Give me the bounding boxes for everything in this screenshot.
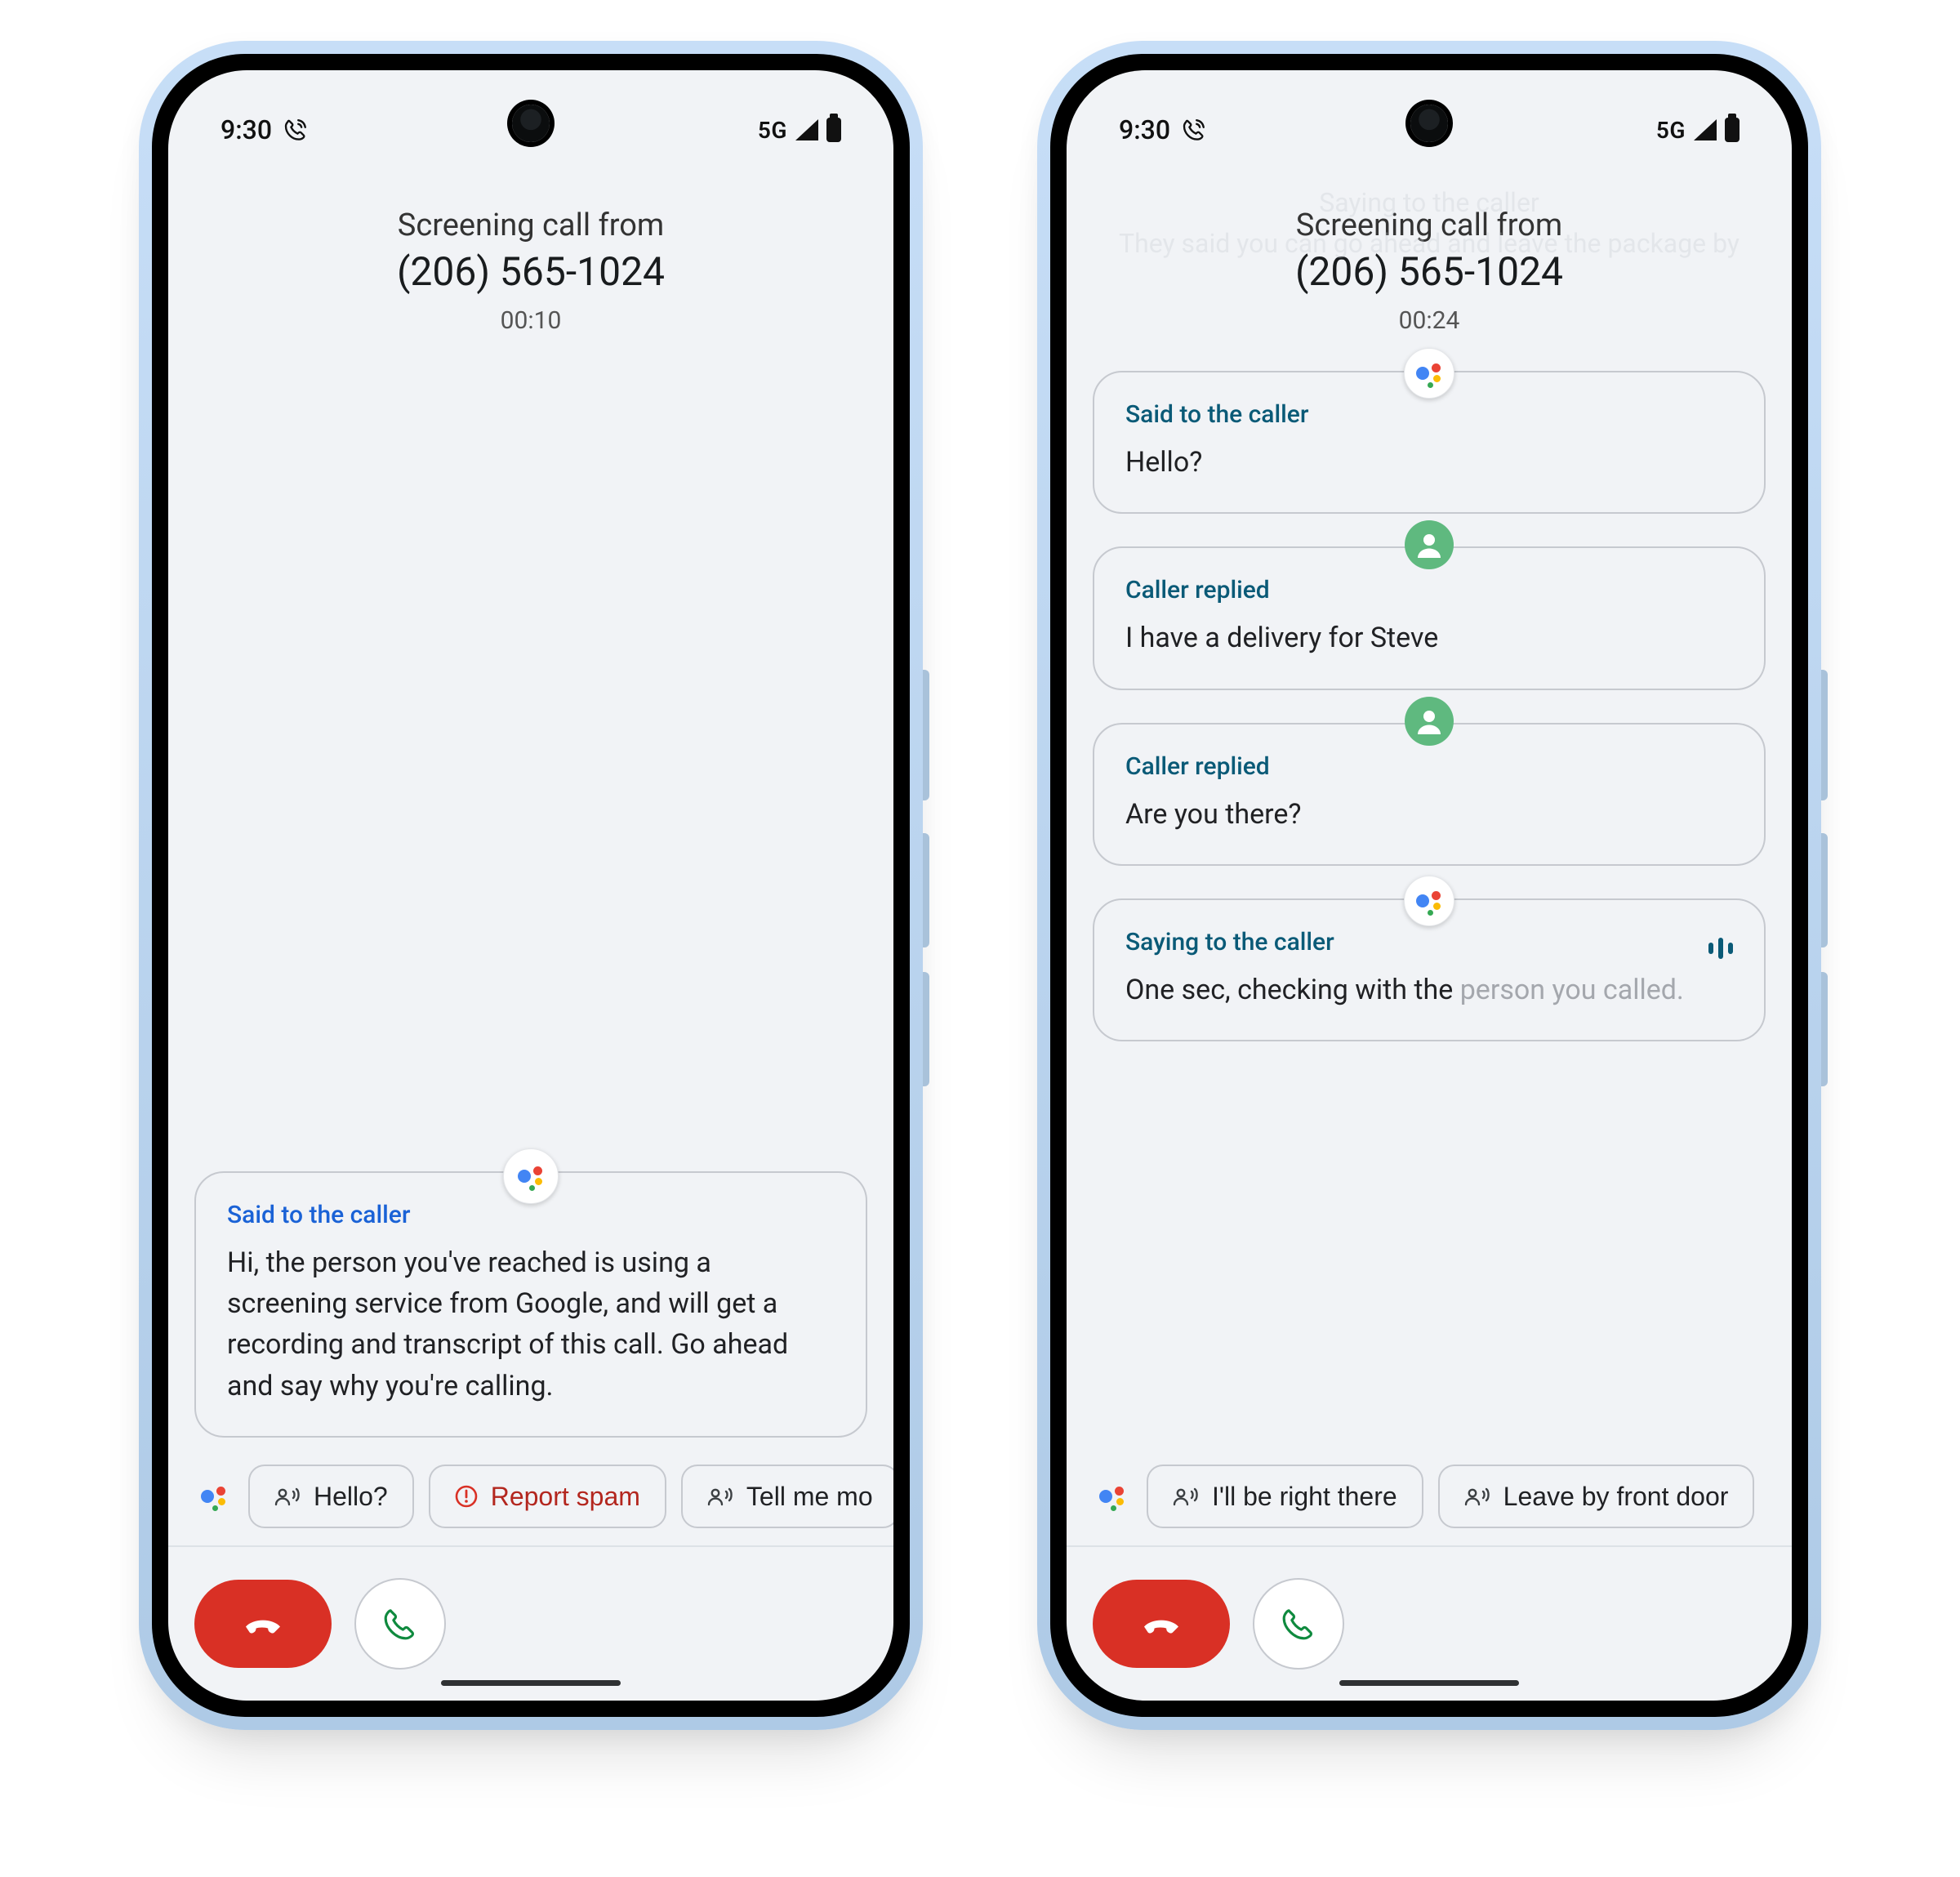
assistant-live-card: Saying to the caller One sec, checking w… bbox=[1093, 898, 1766, 1041]
chip-be-right-there[interactable]: I'll be right there bbox=[1147, 1465, 1423, 1528]
call-header: Saying to the caller They said you can g… bbox=[1067, 175, 1792, 338]
suggestion-chip-row[interactable]: Hello? Report spam Tell me mo bbox=[168, 1447, 893, 1545]
network-label: 5G bbox=[1656, 117, 1686, 144]
assistant-icon bbox=[1404, 876, 1454, 926]
card-label: Caller replied bbox=[1125, 576, 1733, 604]
home-indicator[interactable] bbox=[441, 1680, 621, 1686]
voice-icon bbox=[1464, 1486, 1490, 1507]
status-time: 9:30 bbox=[1119, 114, 1170, 145]
transcript-area[interactable]: Said to the caller Hello? Caller replied… bbox=[1067, 338, 1792, 1438]
caller-number: (206) 565-1024 bbox=[168, 248, 893, 295]
card-body: Hi, the person you've reached is using a… bbox=[227, 1242, 835, 1407]
chip-leave-by-door[interactable]: Leave by front door bbox=[1438, 1465, 1755, 1528]
assistant-icon bbox=[1093, 1482, 1132, 1511]
voice-icon bbox=[274, 1486, 301, 1507]
ghost-transcript: Saying to the caller They said you can g… bbox=[1116, 183, 1743, 264]
card-label: Saying to the caller bbox=[1125, 928, 1334, 956]
call-actions bbox=[1067, 1547, 1792, 1701]
alert-icon bbox=[455, 1485, 478, 1508]
speaking-indicator-icon bbox=[1708, 938, 1733, 959]
signal-icon bbox=[795, 119, 818, 140]
call-timer: 00:24 bbox=[1067, 306, 1792, 335]
chip-tell-me-more[interactable]: Tell me mo bbox=[681, 1465, 893, 1528]
assistant-message-card: Said to the caller Hello? bbox=[1093, 371, 1766, 514]
suggestion-chip-row[interactable]: I'll be right there Leave by front door bbox=[1067, 1447, 1792, 1545]
call-header: Screening call from (206) 565-1024 00:10 bbox=[168, 175, 893, 338]
chip-hello[interactable]: Hello? bbox=[248, 1465, 414, 1528]
caller-message-card: Caller replied I have a delivery for Ste… bbox=[1093, 546, 1766, 689]
assistant-icon bbox=[1404, 348, 1454, 399]
assistant-icon bbox=[194, 1482, 234, 1511]
front-camera bbox=[512, 105, 550, 142]
ongoing-call-icon bbox=[283, 118, 308, 142]
status-time: 9:30 bbox=[220, 114, 272, 145]
screening-title: Screening call from bbox=[168, 207, 893, 243]
card-body: Are you there? bbox=[1125, 794, 1733, 835]
voice-icon bbox=[1173, 1486, 1199, 1507]
caller-icon bbox=[1405, 520, 1454, 569]
assistant-icon bbox=[503, 1148, 559, 1204]
front-camera bbox=[1410, 105, 1448, 142]
card-body: Hello? bbox=[1125, 442, 1733, 483]
battery-icon bbox=[1725, 118, 1740, 142]
call-actions bbox=[168, 1547, 893, 1701]
card-body: I have a delivery for Steve bbox=[1125, 617, 1733, 658]
caller-message-card: Caller replied Are you there? bbox=[1093, 723, 1766, 866]
hangup-button[interactable] bbox=[194, 1580, 332, 1668]
battery-icon bbox=[826, 118, 841, 142]
chip-report-spam[interactable]: Report spam bbox=[429, 1465, 666, 1528]
chip-label: Hello? bbox=[314, 1482, 388, 1512]
network-label: 5G bbox=[758, 117, 787, 144]
hangup-button[interactable] bbox=[1093, 1580, 1230, 1668]
caller-icon bbox=[1405, 697, 1454, 746]
card-label: Said to the caller bbox=[227, 1201, 835, 1229]
chip-label: I'll be right there bbox=[1212, 1482, 1397, 1512]
home-indicator[interactable] bbox=[1339, 1680, 1519, 1686]
transcript-area[interactable]: Said to the caller Hi, the person you've… bbox=[168, 338, 893, 1438]
phone-mockup-left: 9:30 5G Screening call from (206) 565-10… bbox=[139, 41, 923, 1730]
signal-icon bbox=[1694, 119, 1717, 140]
answer-button[interactable] bbox=[354, 1578, 446, 1670]
voice-icon bbox=[707, 1486, 733, 1507]
call-timer: 00:10 bbox=[168, 306, 893, 335]
card-label: Caller replied bbox=[1125, 752, 1733, 781]
answer-button[interactable] bbox=[1253, 1578, 1344, 1670]
chip-label: Leave by front door bbox=[1503, 1482, 1729, 1512]
card-body: One sec, checking with the person you ca… bbox=[1125, 970, 1733, 1010]
chip-label: Tell me mo bbox=[746, 1482, 873, 1512]
chip-label: Report spam bbox=[491, 1482, 640, 1512]
assistant-message-card: Said to the caller Hi, the person you've… bbox=[194, 1171, 867, 1438]
card-label: Said to the caller bbox=[1125, 400, 1733, 429]
ongoing-call-icon bbox=[1182, 118, 1206, 142]
phone-mockup-right: 9:30 5G Saying to the caller They said y… bbox=[1037, 41, 1821, 1730]
